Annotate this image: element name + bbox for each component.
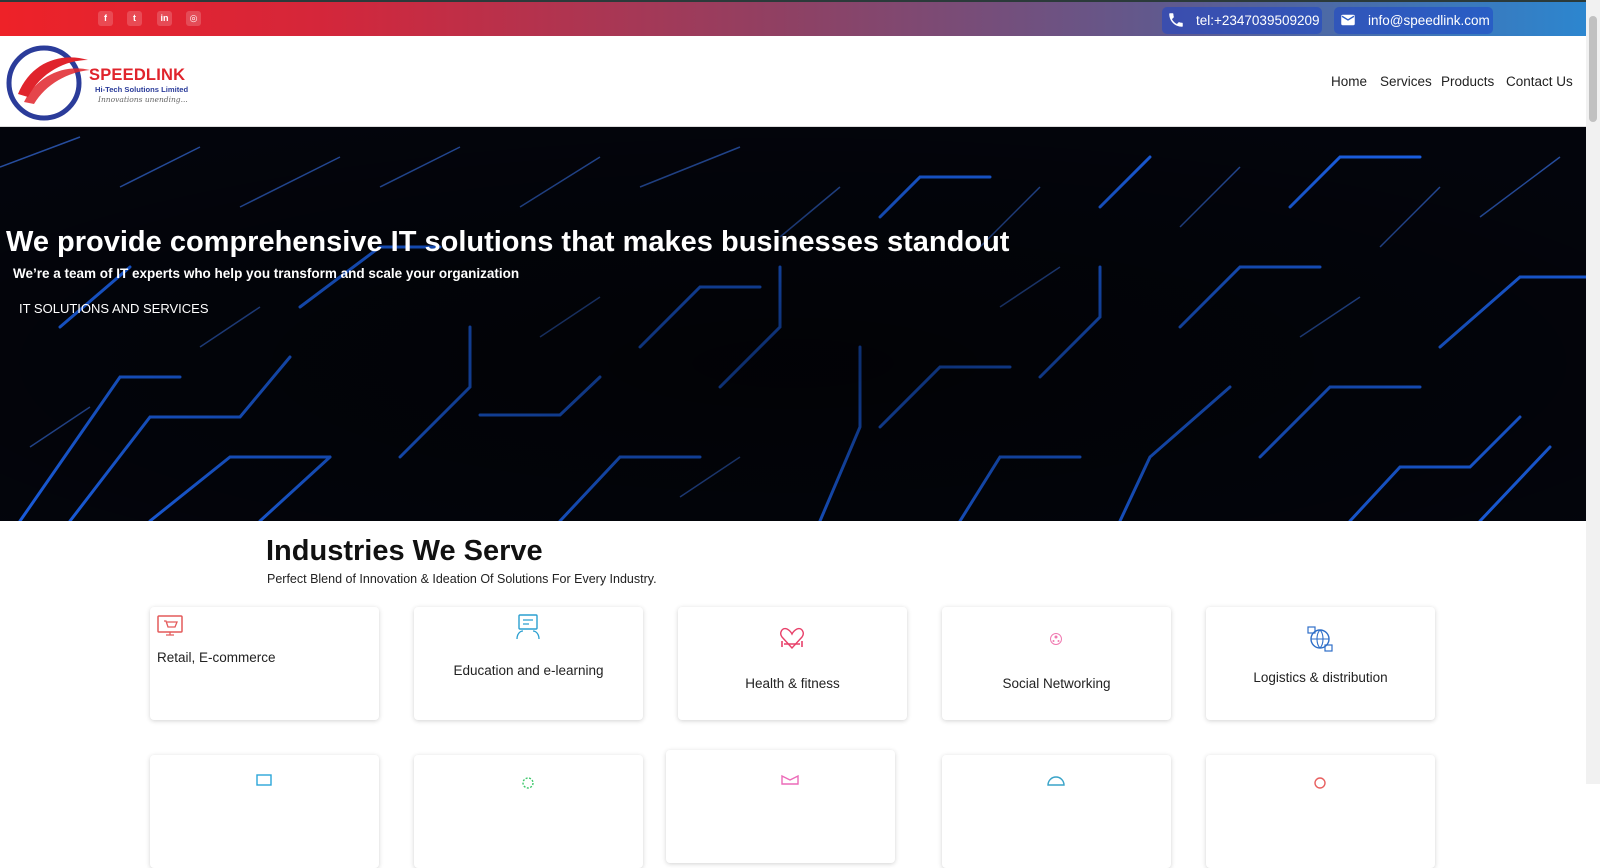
heart-dumbbell-icon	[780, 627, 804, 650]
mail-icon	[1341, 14, 1355, 26]
logo-name: SPEEDLINK	[89, 66, 186, 84]
industry-card-retail[interactable]: Retail, E-commerce	[150, 607, 379, 720]
industry-label: Social Networking	[1002, 676, 1111, 691]
device-icon	[256, 774, 272, 786]
media-icon	[781, 774, 799, 785]
food-icon	[1047, 776, 1065, 786]
phone-number: tel:+2347039509209	[1196, 13, 1320, 28]
shopping-cart-icon	[157, 615, 183, 636]
industry-card-social[interactable]: Social Networking	[942, 607, 1171, 720]
industries-subtitle: Perfect Blend of Innovation & Ideation O…	[267, 572, 657, 586]
linkedin-icon[interactable]: in	[157, 11, 172, 26]
industry-card-row2-2[interactable]	[414, 755, 643, 868]
site-header: SPEEDLINK Hi-Tech Solutions Limited Inno…	[0, 36, 1586, 127]
it-solutions-button[interactable]: IT SOLUTIONS AND SERVICES	[19, 301, 209, 316]
industry-card-row2-1[interactable]	[150, 755, 379, 868]
social-network-icon	[1050, 633, 1062, 645]
industry-card-row2-4[interactable]	[942, 755, 1171, 868]
industry-card-row2-3[interactable]	[666, 750, 895, 863]
hero-subtitle: We’re a team of IT experts who help you …	[13, 266, 520, 281]
nav-products[interactable]: Products	[1441, 74, 1494, 89]
email-contact[interactable]: info@speedlink.com	[1334, 7, 1493, 34]
logo-subtitle: Hi-Tech Solutions Limited	[95, 85, 189, 94]
industry-label: Health & fitness	[745, 676, 840, 691]
nav-services[interactable]: Services	[1380, 74, 1432, 89]
industry-card-education[interactable]: Education and e-learning	[414, 607, 643, 720]
hero-banner: We provide comprehensive IT solutions th…	[0, 127, 1586, 521]
industry-card-logistics[interactable]: Logistics & distribution	[1206, 607, 1435, 720]
industry-label: Education and e-learning	[453, 663, 604, 678]
top-contact-bar: f t in ◎ tel:+2347039509209 info@speedli…	[0, 2, 1586, 36]
nav-home[interactable]: Home	[1331, 74, 1367, 89]
twitter-icon[interactable]: t	[127, 11, 142, 26]
circuit-background	[0, 127, 1586, 521]
hero-title: We provide comprehensive IT solutions th…	[6, 226, 1010, 258]
industry-label: Logistics & distribution	[1253, 670, 1388, 685]
gear-icon	[522, 777, 534, 789]
logo-swoosh-icon	[6, 45, 90, 121]
industry-label: Retail, E-commerce	[157, 650, 276, 665]
nav-contact-us[interactable]: Contact Us	[1506, 74, 1573, 89]
logo-tagline: Innovations unending...	[98, 95, 188, 104]
industry-card-health[interactable]: Health & fitness	[678, 607, 907, 720]
phone-icon	[1169, 13, 1183, 27]
instagram-icon[interactable]: ◎	[186, 11, 201, 26]
speedlink-logo[interactable]: SPEEDLINK Hi-Tech Solutions Limited Inno…	[6, 42, 196, 122]
industries-title: Industries We Serve	[266, 535, 543, 567]
phone-contact[interactable]: tel:+2347039509209	[1162, 7, 1322, 34]
scrollbar-thumb[interactable]	[1589, 16, 1597, 122]
e-learning-icon	[516, 614, 540, 640]
finance-icon	[1314, 777, 1326, 789]
email-address: info@speedlink.com	[1368, 13, 1490, 28]
logistics-globe-icon	[1307, 626, 1333, 652]
industry-card-row2-5[interactable]	[1206, 755, 1435, 868]
page-scrollbar[interactable]	[1586, 0, 1600, 784]
facebook-icon[interactable]: f	[98, 11, 113, 26]
